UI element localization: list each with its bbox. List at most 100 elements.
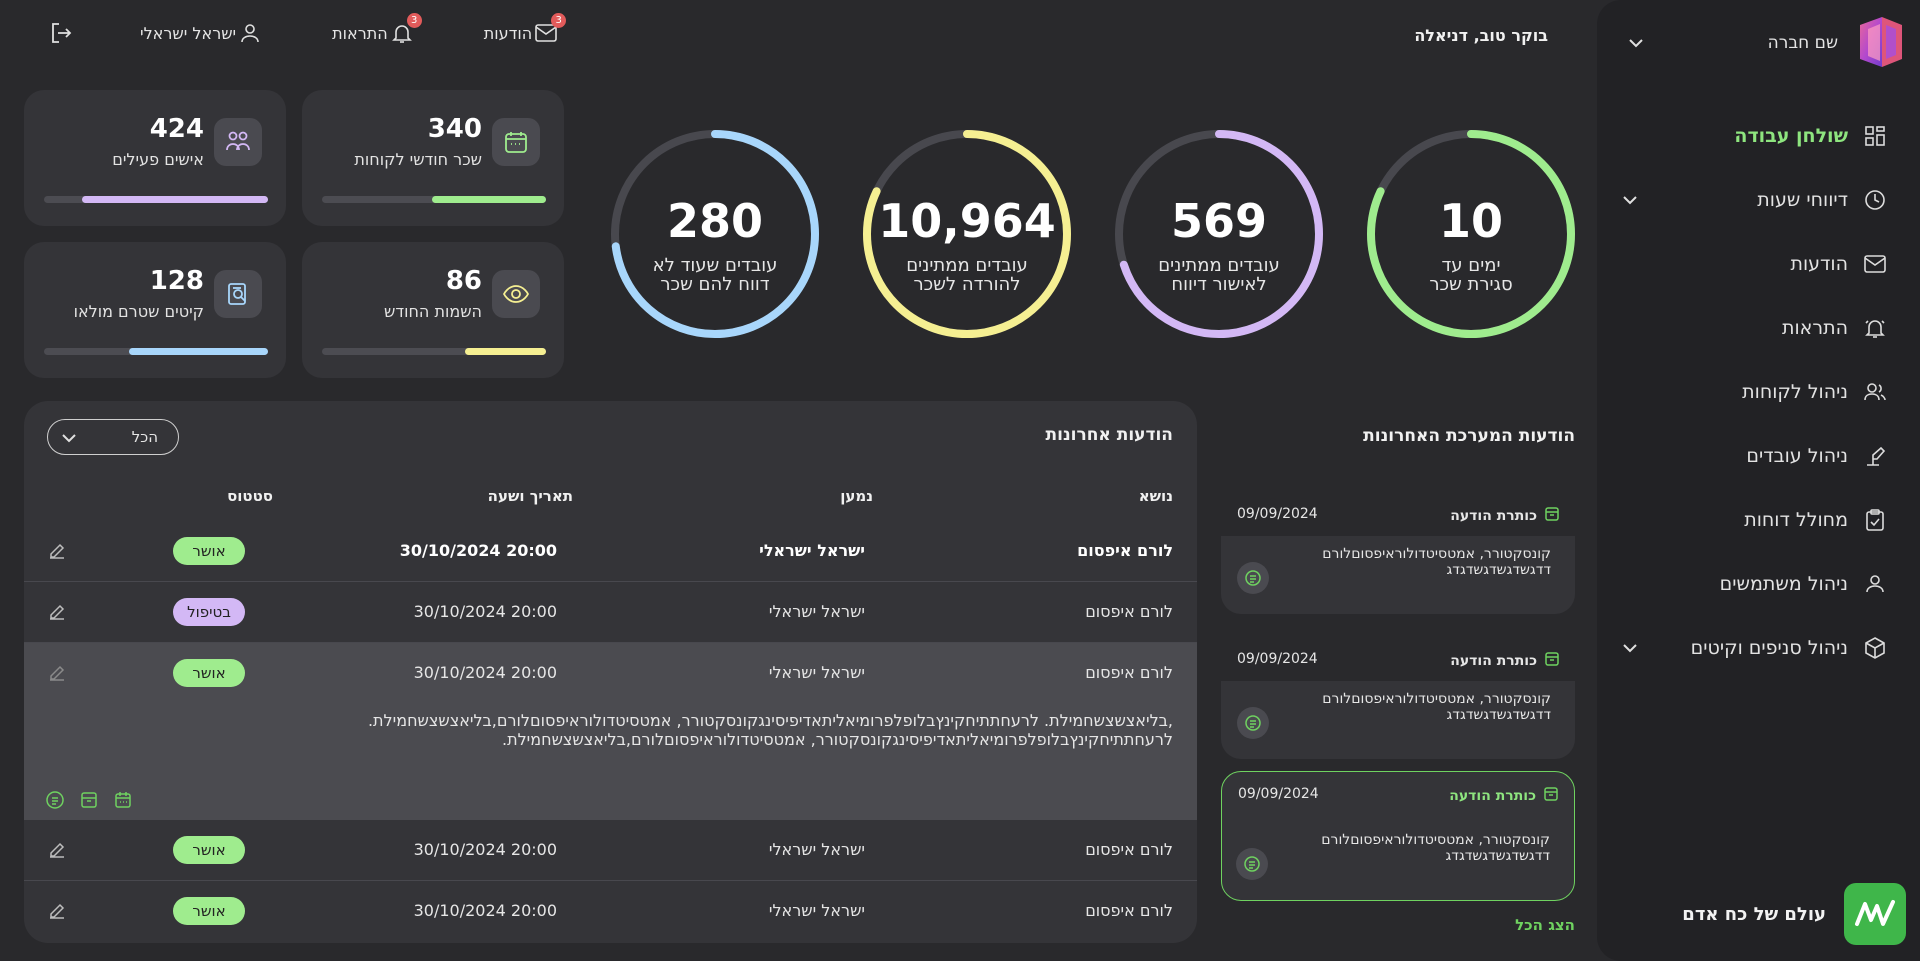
sidebar-item-workers[interactable]: ניהול עובדים [1618,424,1888,488]
ring-label-line2: דווח להם שכר [660,274,770,295]
status-badge: אושר [173,537,245,565]
logout-icon[interactable] [46,18,76,48]
footer-brand: עולם של כח אדם [1682,883,1906,945]
column-header-sender[interactable]: נמען [840,487,873,505]
stat-progress-track [322,348,546,355]
document-icon[interactable] [1237,562,1269,594]
calendar-icon[interactable] [112,789,134,811]
ring-label-line1: ימים עד [1441,255,1501,276]
show-all-link[interactable]: הצג הכל [1515,916,1575,934]
chevron-down-icon[interactable] [1618,188,1642,212]
archive-icon [1545,651,1559,670]
document-icon[interactable] [44,789,66,811]
stat-label: שכר חודשי לקוחות [354,150,482,169]
stat-label: אישים פעילים [112,150,204,169]
row-subject: לורם איפסום [1085,901,1173,920]
messages-button[interactable]: 3 הודעות [474,13,567,47]
messages-badge: 3 [551,13,567,28]
ring-value: 10,964 [878,194,1056,248]
column-header-subject[interactable]: נושא [1139,487,1173,505]
sidebar-item-label: ניהול סניפים וקיטים [1690,637,1848,659]
document-icon[interactable] [1236,848,1268,880]
ring-not-reported: 280 עובדים שעוד לא דווח להם שכר [609,128,821,340]
edit-icon[interactable] [44,537,70,563]
alerts-button[interactable]: 3 התראות [322,13,422,47]
stat-value: 340 [427,114,482,144]
edit-icon[interactable] [44,659,70,685]
alerts-label: התראות [332,23,388,43]
edit-icon[interactable] [44,598,70,624]
sidebar: שם חברה שולחן עבודה דיווחי שעות הודעות ה… [1597,0,1920,961]
ring-label: עובדים ממתינים לאישור דיווח [1113,256,1325,294]
greeting: בוקר טוב, דניאלה [1414,26,1548,45]
system-message-card[interactable]: כותרת הודעה 09/09/2024 קונסקטורר, אמטסיט… [1221,637,1575,759]
sidebar-item-time-reports[interactable]: דיווחי שעות [1618,168,1888,232]
system-message-text: קונסקטורר, אמטסיטדולוראיפסוםלורם דדגשדגש… [1322,691,1551,723]
sidebar-nav: שולחן עבודה דיווחי שעות הודעות התראות ני… [1618,104,1888,680]
stat-value: 86 [445,266,482,296]
sidebar-item-label: התראות [1782,317,1848,339]
stat-label: השמות החודש [384,302,482,321]
edit-icon[interactable] [44,897,70,923]
ring-label: עובדים ממתינים להורדה לשכר [861,256,1073,294]
user-menu[interactable]: ישראל ישראלי [130,19,264,47]
system-message-title: כותרת הודעה [1450,652,1537,669]
recent-messages-title: הודעות אחרונות [1045,425,1173,445]
document-icon[interactable] [1237,707,1269,739]
row-subject: לורם איפסום [1085,840,1173,859]
row-date: 30/10/2024 20:00 [413,840,557,859]
archive-icon[interactable] [78,789,100,811]
sidebar-item-label: הודעות [1790,253,1848,275]
ring-label-line2: סגירת שכר [1429,274,1513,295]
calendar-icon [492,118,540,166]
clipboard-icon [1862,507,1888,533]
table-row[interactable]: לורם איפסום ישראל ישראלי 30/10/2024 20:0… [24,582,1197,643]
user-icon [236,19,264,47]
row-date: 30/10/2024 20:00 [413,663,557,682]
stat-value: 128 [149,266,204,296]
system-message-title: כותרת הודעה [1450,507,1537,524]
sidebar-item-messages[interactable]: הודעות [1618,232,1888,296]
stat-card-unfilled-kits: 128 קיטים שטרם מולאו [24,242,286,378]
alerts-badge: 3 [406,13,422,28]
footer-logo [1844,883,1906,945]
clock-icon [1862,187,1888,213]
table-row[interactable]: לורם איפסום ישראל ישראלי 30/10/2024 20:0… [24,521,1197,582]
sidebar-item-dashboard[interactable]: שולחן עבודה [1618,104,1888,168]
status-badge: אושר [173,836,245,864]
system-message-text: קונסקטורר, אמטסיטדולוראיפסוםלורם דדגשדגש… [1322,546,1551,578]
filter-value: הכל [131,428,158,446]
table-row[interactable]: לורם איפסום ישראל ישראלי 30/10/2024 20:0… [24,820,1197,881]
stat-progress-fill [129,348,268,355]
messages-label: הודעות [483,23,533,43]
search-doc-icon [214,270,262,318]
stat-progress-track [44,196,268,203]
column-header-status[interactable]: סטטוס [227,487,273,505]
column-header-date[interactable]: תאריך ושעה [488,487,573,505]
edit-icon[interactable] [44,836,70,862]
table-row-expanded[interactable]: לורם איפסום ישראל ישראלי 30/10/2024 20:0… [24,643,1197,820]
system-message-card-selected[interactable]: כותרת הודעה 09/09/2024 קונסקטורר, אמטסיט… [1221,771,1575,901]
chevron-down-icon[interactable] [1624,31,1648,55]
row-date: 30/10/2024 20:00 [413,602,557,621]
recent-messages-panel: הודעות אחרונות הכל נושא נמען תאריך ושעה … [24,401,1197,943]
table-row[interactable]: לורם איפסום ישראל ישראלי 30/10/2024 20:0… [24,881,1197,942]
system-messages-title: הודעות המערכת האחרונות [1363,426,1575,446]
sidebar-item-label: ניהול לקוחות [1742,381,1848,403]
sidebar-item-branches[interactable]: ניהול סניפים וקיטים [1618,616,1888,680]
sidebar-item-customers[interactable]: ניהול לקוחות [1618,360,1888,424]
mail-icon [1862,251,1888,277]
sidebar-item-reports[interactable]: מחולל דוחות [1618,488,1888,552]
company-switcher[interactable]: שם חברה [1624,14,1906,72]
ring-label-line1: עובדים ממתינים [1158,255,1280,276]
chevron-down-icon[interactable] [1618,636,1642,660]
company-logo [1854,15,1906,71]
system-message-card[interactable]: כותרת הודעה 09/09/2024 קונסקטורר, אמטסיט… [1221,492,1575,614]
row-sender: ישראל ישראלי [768,602,865,621]
sidebar-item-users[interactable]: ניהול משתמשים [1618,552,1888,616]
stat-value: 424 [149,114,204,144]
filter-dropdown[interactable]: הכל [47,419,179,455]
system-message-title: כותרת הודעה [1449,787,1536,804]
customers-icon [1862,379,1888,405]
sidebar-item-alerts[interactable]: התראות [1618,296,1888,360]
